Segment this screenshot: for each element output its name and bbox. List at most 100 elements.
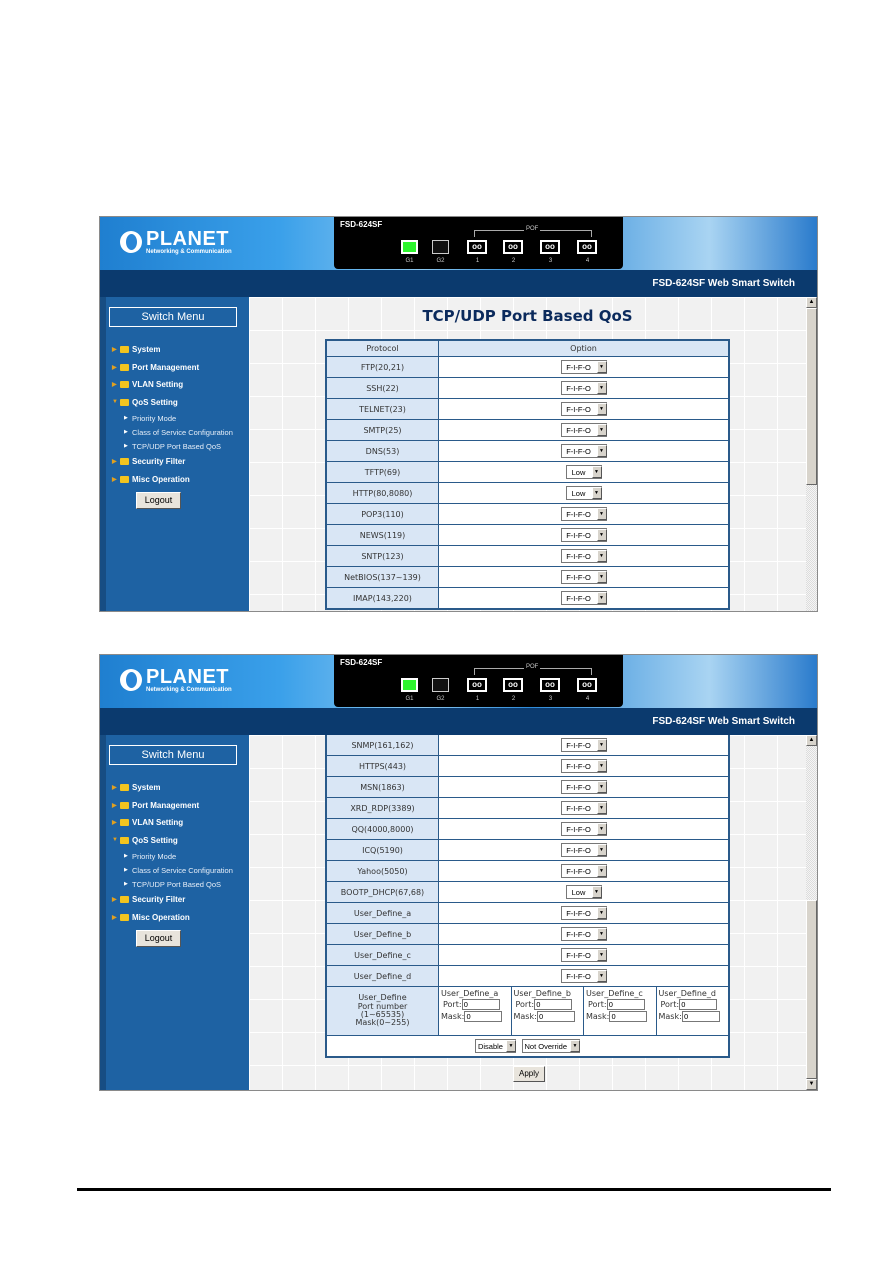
dropdown-arrow-icon[interactable]: ▼ [505,1040,516,1052]
option-select[interactable]: Low ▼ [565,465,602,479]
mask-input[interactable]: 0 [609,1011,648,1022]
mask-input[interactable]: 0 [681,1011,720,1022]
option-select[interactable]: F-I-F-O ▼ [560,906,607,920]
fiber-port-1-icon[interactable]: oo [467,240,487,254]
scroll-down-icon[interactable]: ▼ [806,1079,817,1090]
dropdown-arrow-icon[interactable]: ▼ [596,760,607,772]
option-select[interactable]: F-I-F-O ▼ [560,507,607,521]
option-select[interactable]: F-I-F-O ▼ [560,444,607,458]
dropdown-arrow-icon[interactable]: ▼ [596,949,607,961]
sidebar-subitem-tcp-udp-qos[interactable]: ▶ TCP/UDP Port Based QoS [112,439,233,453]
option-select[interactable]: F-I-F-O ▼ [560,843,607,857]
dropdown-arrow-icon[interactable]: ▼ [596,550,607,562]
port-input[interactable]: 0 [461,999,500,1010]
mode-select[interactable]: Disable ▼ [474,1039,516,1053]
fiber-port-2-icon[interactable]: oo [503,678,523,692]
option-select[interactable]: F-I-F-O ▼ [560,969,607,983]
sidebar-subitem-priority-mode[interactable]: ▶ Priority Mode [112,411,233,425]
dropdown-arrow-icon[interactable]: ▼ [596,403,607,415]
sidebar-item-vlan-setting[interactable]: ▶ VLAN Setting [112,814,233,832]
option-select[interactable]: F-I-F-O ▼ [560,738,607,752]
port-g1-icon[interactable] [401,240,418,254]
scrollbar[interactable]: ▲ ▼ [806,735,817,1090]
option-select[interactable]: F-I-F-O ▼ [560,591,607,605]
sidebar-subitem-cos-config[interactable]: ▶ Class of Service Configuration [112,425,233,439]
fiber-port-4-icon[interactable]: oo [577,678,597,692]
option-select[interactable]: F-I-F-O ▼ [560,927,607,941]
port-input[interactable]: 0 [679,999,718,1010]
port-g2-icon[interactable] [432,678,449,692]
scrollbar-thumb[interactable] [806,308,817,485]
option-select[interactable]: F-I-F-O ▼ [560,528,607,542]
option-select[interactable]: F-I-F-O ▼ [560,360,607,374]
option-select[interactable]: F-I-F-O ▼ [560,801,607,815]
option-select[interactable]: Low ▼ [565,885,602,899]
dropdown-arrow-icon[interactable]: ▼ [596,865,607,877]
sidebar-subitem-tcp-udp-qos[interactable]: ▶ TCP/UDP Port Based QoS [112,877,233,891]
sidebar-item-system[interactable]: ▶ System [112,779,233,797]
sidebar-subitem-cos-config[interactable]: ▶ Class of Service Configuration [112,863,233,877]
dropdown-arrow-icon[interactable]: ▼ [591,487,602,499]
fiber-port-3-icon[interactable]: oo [540,678,560,692]
fiber-port-2-icon[interactable]: oo [503,240,523,254]
option-select[interactable]: Low ▼ [565,486,602,500]
sidebar-item-system[interactable]: ▶ System [112,341,233,359]
fiber-port-4-icon[interactable]: oo [577,240,597,254]
override-select[interactable]: Not Override ▼ [521,1039,581,1053]
option-select[interactable]: F-I-F-O ▼ [560,864,607,878]
port-input[interactable]: 0 [534,999,573,1010]
option-select[interactable]: F-I-F-O ▼ [560,822,607,836]
dropdown-arrow-icon[interactable]: ▼ [596,424,607,436]
sidebar-item-qos-setting[interactable]: ▼ QoS Setting [112,394,233,412]
fiber-port-3-icon[interactable]: oo [540,240,560,254]
dropdown-arrow-icon[interactable]: ▼ [596,739,607,751]
sidebar-item-vlan-setting[interactable]: ▶ VLAN Setting [112,376,233,394]
port-input[interactable]: 0 [606,999,645,1010]
port-g1-icon[interactable] [401,678,418,692]
dropdown-arrow-icon[interactable]: ▼ [596,970,607,982]
apply-button[interactable]: Apply [513,1066,545,1082]
sidebar-item-qos-setting[interactable]: ▼ QoS Setting [112,832,233,850]
option-select[interactable]: F-I-F-O ▼ [560,759,607,773]
scrollbar[interactable]: ▲ [806,297,817,611]
dropdown-arrow-icon[interactable]: ▼ [596,928,607,940]
dropdown-arrow-icon[interactable]: ▼ [596,361,607,373]
dropdown-arrow-icon[interactable]: ▼ [596,508,607,520]
scroll-up-icon[interactable]: ▲ [806,297,817,308]
sidebar-item-security-filter[interactable]: ▶ Security Filter [112,453,233,471]
logout-button[interactable]: Logout [136,492,181,509]
option-select[interactable]: F-I-F-O ▼ [560,402,607,416]
sidebar-item-misc-operation[interactable]: ▶ Misc Operation [112,471,233,489]
dropdown-arrow-icon[interactable]: ▼ [596,781,607,793]
dropdown-arrow-icon[interactable]: ▼ [596,907,607,919]
dropdown-arrow-icon[interactable]: ▼ [596,802,607,814]
dropdown-arrow-icon[interactable]: ▼ [570,1040,581,1052]
dropdown-arrow-icon[interactable]: ▼ [596,823,607,835]
dropdown-arrow-icon[interactable]: ▼ [596,529,607,541]
mask-input[interactable]: 0 [536,1011,575,1022]
option-select[interactable]: F-I-F-O ▼ [560,381,607,395]
fiber-port-1-icon[interactable]: oo [467,678,487,692]
dropdown-arrow-icon[interactable]: ▼ [596,844,607,856]
dropdown-arrow-icon[interactable]: ▼ [591,466,602,478]
dropdown-arrow-icon[interactable]: ▼ [591,886,602,898]
sidebar-item-security-filter[interactable]: ▶ Security Filter [112,891,233,909]
mask-input[interactable]: 0 [464,1011,503,1022]
logout-button[interactable]: Logout [136,930,181,947]
sidebar-item-port-management[interactable]: ▶ Port Management [112,797,233,815]
option-select[interactable]: F-I-F-O ▼ [560,780,607,794]
sidebar-subitem-priority-mode[interactable]: ▶ Priority Mode [112,849,233,863]
scroll-up-icon[interactable]: ▲ [806,735,817,746]
dropdown-arrow-icon[interactable]: ▼ [596,571,607,583]
sidebar-item-port-management[interactable]: ▶ Port Management [112,359,233,377]
option-select[interactable]: F-I-F-O ▼ [560,948,607,962]
sidebar-item-misc-operation[interactable]: ▶ Misc Operation [112,909,233,927]
dropdown-arrow-icon[interactable]: ▼ [596,592,607,604]
option-select[interactable]: F-I-F-O ▼ [560,570,607,584]
dropdown-arrow-icon[interactable]: ▼ [596,382,607,394]
dropdown-arrow-icon[interactable]: ▼ [596,445,607,457]
scrollbar-thumb[interactable] [806,900,817,1079]
option-select[interactable]: F-I-F-O ▼ [560,549,607,563]
port-g2-icon[interactable] [432,240,449,254]
option-select[interactable]: F-I-F-O ▼ [560,423,607,437]
